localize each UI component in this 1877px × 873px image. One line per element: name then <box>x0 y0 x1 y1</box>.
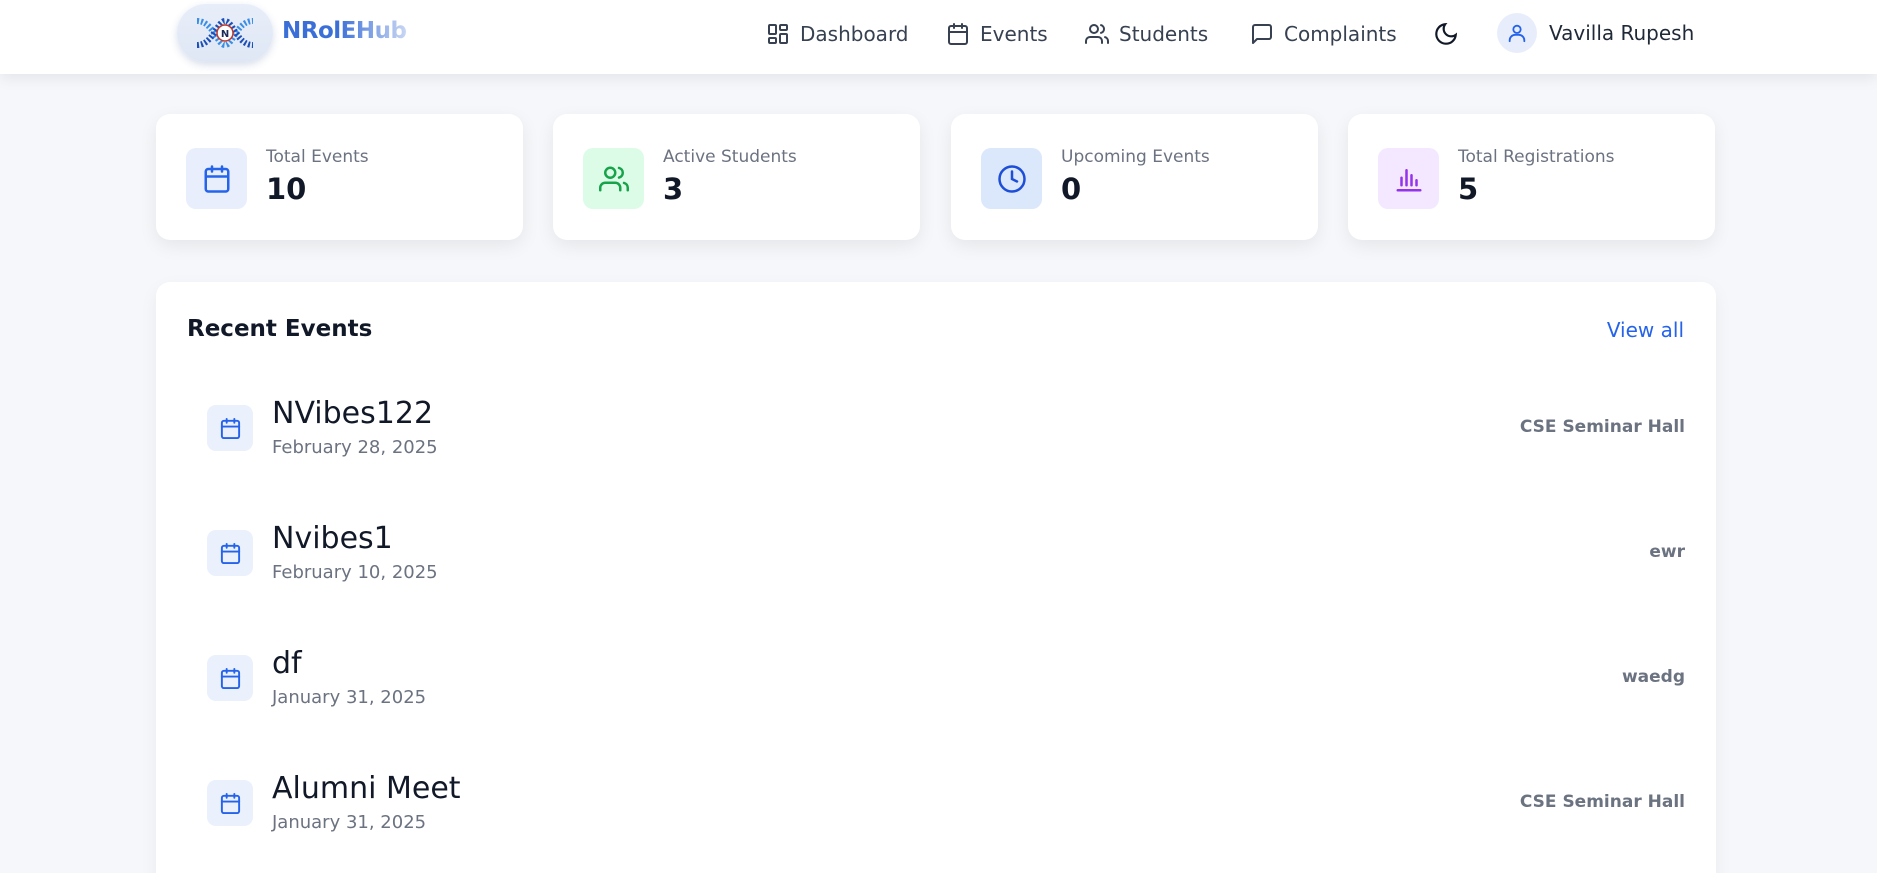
stat-value: 10 <box>266 172 307 206</box>
stat-icon-box <box>186 148 247 209</box>
stat-icon-box <box>583 148 644 209</box>
event-name: Nvibes1 <box>272 521 393 556</box>
event-date: February 28, 2025 <box>272 437 438 458</box>
calendar-icon <box>948 23 968 45</box>
event-icon-box <box>207 530 253 576</box>
stat-value: 3 <box>663 172 684 206</box>
stat-card-active-students: Active Students 3 <box>553 114 920 240</box>
panel-title: Recent Events <box>187 316 373 342</box>
event-row[interactable]: Nvibes1 February 10, 2025 ewr <box>207 506 1685 606</box>
stat-label: Active Students <box>663 147 797 167</box>
top-navbar: N NRolEHub Dashboard Events Students Com… <box>0 0 1877 74</box>
event-name: df <box>272 646 302 681</box>
bar-chart-icon <box>1396 168 1421 191</box>
user-name: Vavilla Rupesh <box>1549 21 1695 45</box>
nav-complaints-label: Complaints <box>1284 22 1397 46</box>
event-venue: waedg <box>1621 667 1685 687</box>
calendar-icon <box>220 542 240 564</box>
stat-card-upcoming-events: Upcoming Events 0 <box>951 114 1318 240</box>
calendar-icon <box>220 667 240 689</box>
nav-dashboard[interactable]: Dashboard <box>766 20 909 48</box>
stat-label: Upcoming Events <box>1061 147 1210 167</box>
event-row[interactable]: NVibes122 February 28, 2025 CSE Seminar … <box>207 381 1685 481</box>
clock-icon <box>997 164 1026 193</box>
user-icon <box>1508 24 1526 43</box>
event-date: February 10, 2025 <box>272 562 438 583</box>
event-row[interactable]: df January 31, 2025 waedg <box>207 631 1685 731</box>
nav-students[interactable]: Students <box>1085 20 1208 48</box>
recent-events-panel: Recent Events View all NVibes122 Februar… <box>156 282 1716 873</box>
theme-toggle-button[interactable] <box>1433 21 1459 47</box>
stat-icon-box <box>981 148 1042 209</box>
event-icon-box <box>207 780 253 826</box>
stat-label: Total Events <box>266 147 369 167</box>
users-icon <box>598 166 629 191</box>
calendar-icon <box>204 164 229 193</box>
stat-card-total-events: Total Events 10 <box>156 114 523 240</box>
nav-complaints[interactable]: Complaints <box>1250 20 1397 48</box>
dashboard-grid-icon <box>768 24 788 44</box>
event-name: NVibes122 <box>272 396 434 431</box>
stat-label: Total Registrations <box>1458 147 1615 167</box>
event-icon-box <box>207 405 253 451</box>
event-row[interactable]: Alumni Meet January 31, 2025 CSE Seminar… <box>207 756 1685 856</box>
nav-students-label: Students <box>1119 22 1209 46</box>
stat-value: 5 <box>1458 172 1479 206</box>
nav-events[interactable]: Events <box>946 20 1048 48</box>
avatar <box>1497 13 1537 53</box>
event-date: January 31, 2025 <box>272 812 427 833</box>
message-square-icon <box>1252 24 1272 44</box>
stat-icon-box <box>1378 148 1439 209</box>
nav-dashboard-label: Dashboard <box>800 22 909 46</box>
event-icon-box <box>207 655 253 701</box>
calendar-icon <box>220 417 240 439</box>
moon-icon <box>1435 22 1458 45</box>
nav-events-label: Events <box>980 22 1048 46</box>
event-venue: ewr <box>1649 542 1685 562</box>
users-icon <box>1085 24 1109 44</box>
event-date: January 31, 2025 <box>272 687 427 708</box>
calendar-icon <box>220 792 240 814</box>
stat-card-total-registrations: Total Registrations 5 <box>1348 114 1715 240</box>
stat-value: 0 <box>1061 172 1082 206</box>
event-venue: CSE Seminar Hall <box>1519 792 1685 812</box>
user-menu[interactable]: Vavilla Rupesh <box>1497 13 1694 53</box>
event-name: Alumni Meet <box>272 771 461 806</box>
view-all-link[interactable]: View all <box>1607 318 1684 342</box>
event-venue: CSE Seminar Hall <box>1519 417 1685 437</box>
